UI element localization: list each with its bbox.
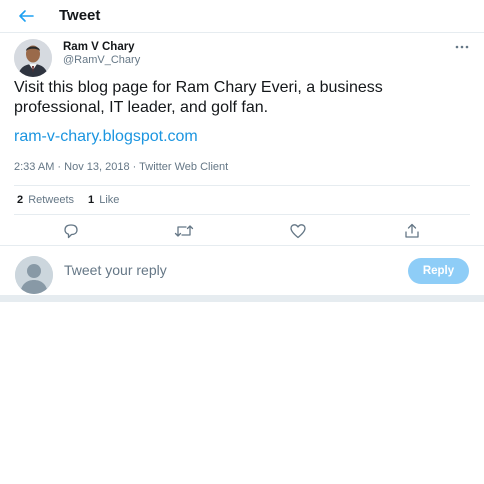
more-icon: [455, 45, 469, 49]
retweet-icon: [174, 225, 194, 237]
retweets-label: Retweets: [28, 194, 75, 206]
back-arrow-icon: [19, 10, 34, 22]
author-handle[interactable]: @RamV_Chary: [63, 54, 140, 66]
like-icon: [290, 224, 306, 239]
tweet-actions: [14, 219, 470, 243]
tweet-text: Visit this blog page for Ram Chary Everi…: [14, 79, 383, 116]
default-avatar-icon: [15, 256, 53, 294]
likes-count: 1: [88, 194, 95, 206]
author-name[interactable]: Ram V Chary: [63, 41, 135, 53]
retweet-button[interactable]: [172, 219, 196, 243]
back-button[interactable]: [14, 4, 38, 28]
retweets-count: 2: [17, 194, 24, 206]
tweet-author: Ram V Chary @RamV_Chary: [14, 39, 474, 77]
reply-icon: [64, 224, 78, 239]
likes-label: Like: [99, 194, 120, 206]
divider: [14, 214, 470, 215]
tweet-link[interactable]: ram-v-chary.blogspot.com: [14, 128, 198, 146]
retweets-stat[interactable]: 2 Retweets: [17, 194, 74, 206]
reply-input[interactable]: Tweet your reply: [64, 262, 167, 278]
reply-button[interactable]: [59, 219, 83, 243]
page-title: Tweet: [59, 7, 101, 24]
likes-stat[interactable]: 1 Like: [88, 194, 119, 206]
share-button[interactable]: [400, 219, 424, 243]
section-separator: [0, 295, 484, 302]
tweet-stats: 2 Retweets 1 Like: [17, 194, 133, 206]
reply-submit-button[interactable]: Reply: [408, 258, 469, 284]
tweet-timestamp[interactable]: 2:33 AM · Nov 13, 2018 · Twitter Web Cli…: [14, 161, 228, 173]
reply-composer: Tweet your reply Reply: [0, 245, 484, 295]
like-button[interactable]: [286, 219, 310, 243]
more-button[interactable]: [450, 39, 474, 55]
share-icon: [405, 223, 419, 238]
divider: [14, 185, 470, 186]
top-bar: Tweet: [0, 0, 484, 33]
user-avatar[interactable]: [15, 256, 53, 294]
author-avatar[interactable]: [14, 39, 52, 77]
